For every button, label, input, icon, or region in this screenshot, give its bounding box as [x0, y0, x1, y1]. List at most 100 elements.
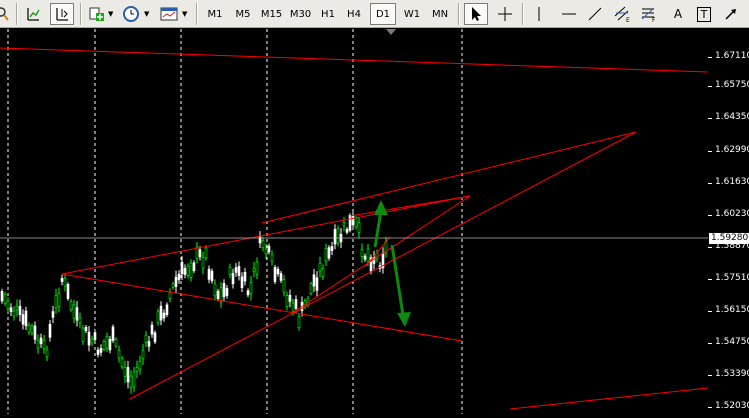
fibonacci-icon[interactable]: F	[638, 3, 660, 25]
candle-body	[78, 317, 82, 324]
candle-body	[312, 274, 316, 287]
price-label: 1.52030	[715, 401, 749, 411]
price-scale[interactable]: 1.67110 1.65750 1.64350 1.62990 1.61630 …	[708, 29, 749, 414]
horizontal-line-icon[interactable]	[558, 3, 580, 25]
candle-body	[354, 217, 358, 228]
candle-body	[288, 295, 292, 302]
candle-body	[228, 267, 232, 275]
candle-body	[315, 277, 319, 291]
candle-body	[198, 249, 202, 258]
candle-body	[183, 267, 187, 275]
price-label: 1.53390	[715, 369, 749, 379]
down-arrow[interactable]	[390, 244, 411, 327]
arrows-icon[interactable]	[720, 3, 742, 25]
timeframe-w1-button[interactable]: W1	[399, 3, 425, 25]
candle-body	[150, 324, 154, 335]
candle-body	[39, 337, 43, 344]
timeframe-m15-button[interactable]: M15	[258, 3, 285, 25]
text-tool-button[interactable]: A	[668, 3, 688, 25]
candle-body	[246, 290, 250, 296]
candle-body	[129, 375, 133, 388]
price-label: 1.54750	[715, 337, 749, 347]
candle-body	[117, 350, 121, 359]
crosshair-icon[interactable]	[494, 3, 516, 25]
candle-body	[291, 302, 295, 312]
timeframe-h4-button[interactable]: H4	[342, 3, 366, 25]
wedge-lower-line[interactable]	[129, 131, 637, 400]
new-chart-icon[interactable]	[22, 3, 44, 25]
toolbar-separator	[458, 3, 460, 25]
candle-body	[15, 305, 19, 311]
candle-body	[153, 332, 157, 343]
candle-body	[45, 349, 49, 358]
candle-body	[102, 340, 106, 350]
bottom-right-line[interactable]	[509, 387, 709, 410]
candle-body	[222, 283, 226, 298]
channel-upper-line[interactable]	[61, 195, 471, 275]
candle-body	[255, 261, 259, 275]
resistance-line-top[interactable]	[0, 47, 709, 73]
zoom-icon[interactable]	[0, 3, 10, 25]
candle-body	[156, 311, 160, 324]
periodicity-dropdown-icon[interactable]: ▼	[144, 3, 149, 25]
timeframe-m30-button[interactable]: M30	[287, 3, 314, 25]
candle-body	[111, 326, 115, 341]
candle-body	[321, 267, 325, 277]
candle-body	[213, 283, 217, 297]
periodicity-clock-icon[interactable]	[120, 3, 142, 25]
candle-body	[285, 295, 289, 307]
candle-body	[42, 339, 46, 349]
candle-body	[261, 240, 265, 249]
candle-body	[57, 292, 61, 307]
candle-body	[126, 367, 130, 383]
chart-shift-marker-icon[interactable]	[386, 29, 396, 35]
chart-toolbar: ▼ ▼ ▼ M1 M5 M15 M30 H1 H4 D1 W1 MN E F A…	[0, 0, 749, 28]
auto-scroll-icon[interactable]	[50, 3, 74, 25]
candle-body	[207, 268, 211, 280]
candle-body	[177, 273, 181, 281]
text-label-tool-button[interactable]: T	[694, 3, 714, 25]
timeframe-d1-button[interactable]: D1	[370, 3, 396, 25]
candle-body	[225, 288, 229, 296]
price-chart[interactable]	[0, 29, 709, 414]
trading-terminal: ▼ ▼ ▼ M1 M5 M15 M30 H1 H4 D1 W1 MN E F A…	[0, 0, 749, 414]
small-channel-top[interactable]	[349, 195, 471, 217]
candle-body	[75, 307, 79, 321]
svg-text:F: F	[652, 17, 656, 23]
price-tick	[708, 215, 712, 216]
indicators-icon[interactable]	[86, 3, 106, 25]
cursor-icon[interactable]	[464, 3, 488, 25]
price-tick	[708, 311, 712, 312]
candle-body	[294, 299, 298, 309]
templates-dropdown-icon[interactable]: ▼	[182, 3, 187, 25]
candle-body	[21, 314, 25, 325]
candle-body	[0, 290, 4, 302]
candle-body	[174, 276, 178, 287]
indicators-dropdown-icon[interactable]: ▼	[108, 3, 113, 25]
candle-body	[132, 371, 136, 388]
vertical-line-icon[interactable]	[528, 3, 550, 25]
candle-body	[69, 301, 73, 310]
candle-body	[348, 215, 352, 231]
candle-body	[12, 310, 16, 317]
candle-body	[333, 229, 337, 245]
trendline-icon[interactable]	[584, 3, 606, 25]
candle-body	[258, 235, 262, 244]
timeframe-mn-button[interactable]: MN	[427, 3, 453, 25]
candle-body	[51, 311, 55, 318]
timeframe-h1-button[interactable]: H1	[317, 3, 339, 25]
candle-body	[216, 290, 220, 300]
candle-body	[327, 247, 331, 259]
templates-icon[interactable]	[158, 3, 180, 25]
candle-body	[33, 325, 37, 340]
toolbar-separator	[80, 3, 82, 25]
candle-body	[240, 276, 244, 288]
timeframe-m5-button[interactable]: M5	[231, 3, 255, 25]
candle-body	[264, 248, 268, 255]
candle-body	[27, 324, 31, 333]
timeframe-m1-button[interactable]: M1	[202, 3, 228, 25]
equidistant-channel-icon[interactable]: E	[612, 3, 634, 25]
candle-body	[204, 247, 208, 259]
candle-body	[234, 267, 238, 273]
chart-canvas	[0, 29, 709, 414]
